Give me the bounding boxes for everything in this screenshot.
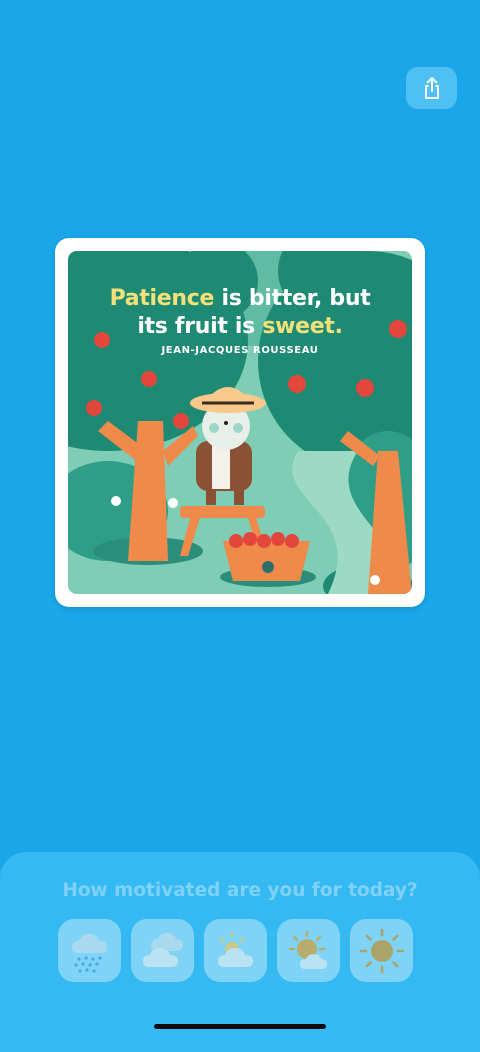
mood-option-mostly-sunny[interactable] [277, 919, 340, 982]
mood-option-partly-cloudy[interactable] [204, 919, 267, 982]
share-button[interactable] [406, 67, 457, 109]
mood-option-cloudy[interactable] [131, 919, 194, 982]
mood-option-sunny[interactable] [350, 919, 413, 982]
sunny-icon [359, 928, 404, 973]
quote-line1-rest: is bitter, but [214, 286, 371, 311]
mood-option-rain[interactable] [58, 919, 121, 982]
quote-illustration: Patience is bitter, but its fruit is swe… [68, 251, 412, 594]
quote-line2-start: its fruit is [137, 314, 263, 339]
quote-card[interactable]: Patience is bitter, but its fruit is swe… [55, 238, 425, 607]
home-indicator [154, 1024, 326, 1029]
mostly-sunny-icon [288, 930, 327, 969]
rain-cloud-icon [71, 933, 107, 973]
quote-author: JEAN-JACQUES ROUSSEAU [161, 345, 319, 356]
mood-options [58, 919, 418, 983]
quote-highlight-sweet: sweet. [262, 314, 343, 339]
cloudy-icon [142, 932, 183, 967]
partly-cloudy-icon [217, 931, 253, 967]
mood-question: How motivated are you for today? [62, 880, 418, 901]
share-icon [424, 77, 439, 99]
quote-highlight-patience: Patience [109, 286, 215, 311]
quote-text: Patience is bitter, but its fruit is swe… [68, 285, 412, 341]
